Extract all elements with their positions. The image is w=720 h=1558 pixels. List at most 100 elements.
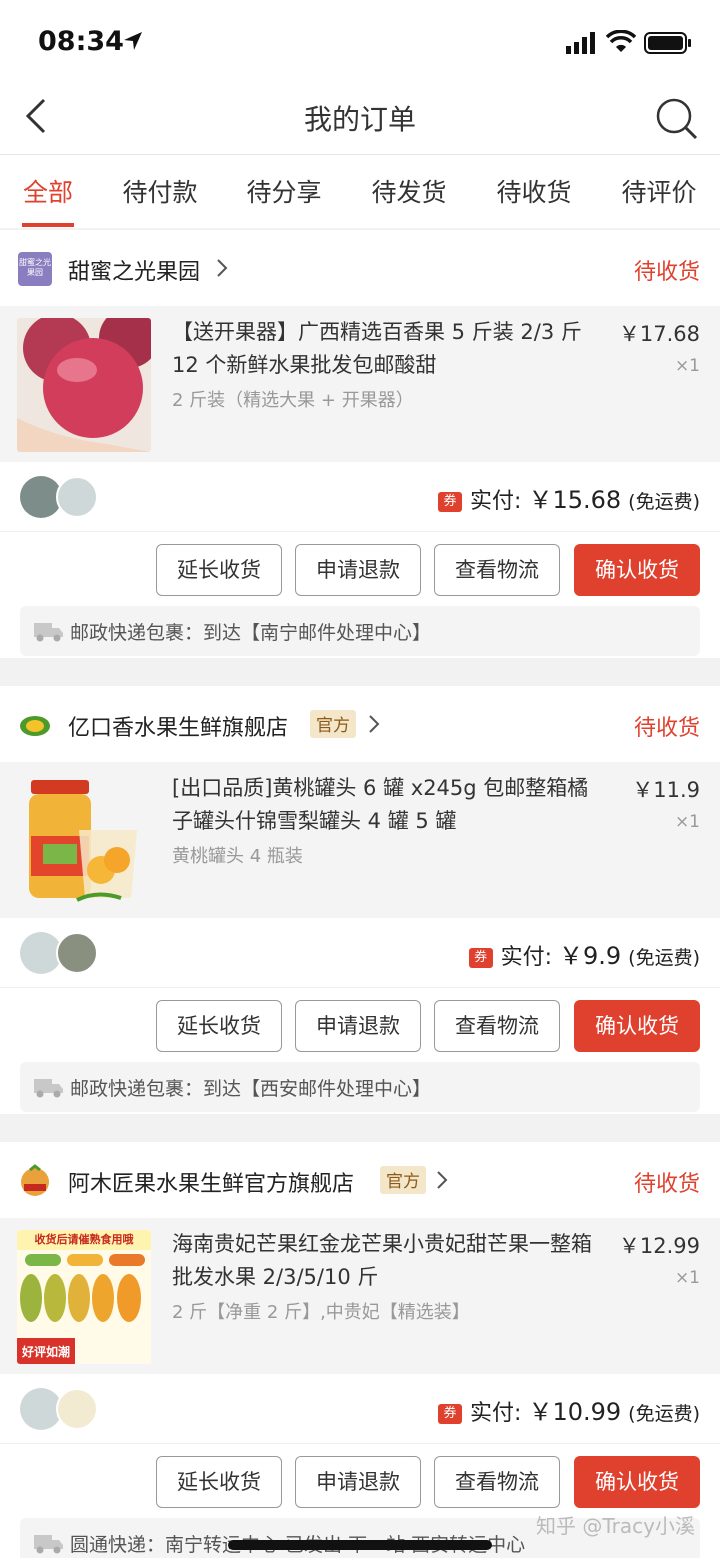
freight-note: (免运费) bbox=[628, 491, 700, 513]
order-card: 阿木匠果水果生鲜官方旗舰店 官方 待收货 收货后请催熟食用哦 好评如潮 海南贵妃… bbox=[0, 1142, 720, 1558]
shop-name[interactable]: 亿口香水果生鲜旗舰店 bbox=[68, 710, 288, 742]
chevron-right-icon bbox=[369, 715, 380, 733]
tab-pending-delivery[interactable]: 待发货 bbox=[369, 173, 449, 209]
pay-label: 实付: bbox=[470, 489, 522, 514]
product-price: ￥12.99 bbox=[618, 1234, 700, 1258]
order-status: 待收货 bbox=[633, 1172, 700, 1197]
official-badge: 官方 bbox=[310, 710, 356, 738]
coupon-badge: 券 bbox=[438, 1404, 463, 1424]
request-refund-button[interactable]: 申请退款 bbox=[295, 1000, 421, 1052]
status-bar: 08:34 bbox=[0, 0, 720, 88]
location-arrow-icon bbox=[124, 32, 142, 50]
payment-summary: 券实付: ￥10.99 (免运费) bbox=[438, 1392, 700, 1427]
truck-icon bbox=[34, 1079, 63, 1098]
tab-pending-receipt[interactable]: 待收货 bbox=[494, 173, 574, 209]
avatar bbox=[56, 1388, 98, 1430]
avatar bbox=[56, 476, 98, 518]
product-image[interactable] bbox=[17, 318, 151, 452]
extend-receipt-button[interactable]: 延长收货 bbox=[156, 1000, 282, 1052]
confirm-receipt-button[interactable]: 确认收货 bbox=[574, 1456, 700, 1508]
order-status: 待收货 bbox=[633, 716, 700, 741]
passion-fruit-image bbox=[17, 318, 151, 452]
shop-header[interactable]: 亿口香水果生鲜旗舰店 官方 待收货 bbox=[0, 686, 720, 762]
nav-bar: 我的订单 bbox=[0, 88, 720, 154]
cellular-signal-icon bbox=[566, 32, 595, 54]
payment-row: 券实付: ￥15.68 (免运费) bbox=[0, 462, 720, 532]
pay-label: 实付: bbox=[500, 945, 552, 970]
avatar bbox=[56, 932, 98, 974]
truck-icon bbox=[34, 1535, 63, 1554]
shop-logo: 甜蜜之光果园 bbox=[18, 252, 52, 286]
pay-amount: ￥9.9 bbox=[559, 942, 622, 970]
shop-logo-text: 甜蜜之光果园 bbox=[19, 258, 51, 277]
pay-label: 实付: bbox=[470, 1401, 522, 1426]
product-spec: 2 斤装（精选大果 + 开果器） bbox=[172, 390, 414, 411]
confirm-receipt-button[interactable]: 确认收货 bbox=[574, 1000, 700, 1052]
shop-header[interactable]: 阿木匠果水果生鲜官方旗舰店 官方 待收货 bbox=[0, 1142, 720, 1218]
tab-pending-review[interactable]: 待评价 bbox=[619, 173, 699, 209]
extend-receipt-button[interactable]: 延长收货 bbox=[156, 544, 282, 596]
page-title: 我的订单 bbox=[303, 103, 416, 136]
view-logistics-button[interactable]: 查看物流 bbox=[434, 544, 560, 596]
confirm-receipt-button[interactable]: 确认收货 bbox=[574, 544, 700, 596]
freight-note: (免运费) bbox=[628, 947, 700, 969]
product-image[interactable]: 收货后请催熟食用哦 好评如潮 bbox=[17, 1230, 151, 1364]
pay-amount: ￥10.99 bbox=[528, 1398, 622, 1426]
tab-pending-share[interactable]: 待分享 bbox=[244, 173, 324, 209]
shop-name[interactable]: 甜蜜之光果园 bbox=[68, 254, 200, 286]
order-card: 甜蜜之光果园 甜蜜之光果园 待收货 【送开果器】广西精选百香果 5 斤装 2/3… bbox=[0, 230, 720, 658]
tab-active-indicator bbox=[22, 223, 74, 227]
product-title[interactable]: [出口品质]黄桃罐头 6 罐 x245g 包邮整箱橘子罐头什锦雪梨罐头 4 罐 … bbox=[172, 772, 600, 838]
truck-icon bbox=[34, 623, 63, 642]
extend-receipt-button[interactable]: 延长收货 bbox=[156, 1456, 282, 1508]
product-image-badge: 好评如潮 bbox=[21, 1345, 70, 1359]
home-indicator[interactable] bbox=[228, 1540, 492, 1550]
payment-summary: 券实付: ￥9.9 (免运费) bbox=[468, 936, 700, 971]
watermark: 知乎 @Tracy小溪 bbox=[536, 1514, 695, 1538]
wifi-icon bbox=[606, 30, 636, 52]
product-image[interactable] bbox=[17, 774, 151, 908]
order-card: 亿口香水果生鲜旗舰店 官方 待收货 [出口品质]黄桃罐头 6 罐 x245g 包… bbox=[0, 686, 720, 1114]
product-quantity: ×1 bbox=[674, 356, 700, 376]
chevron-right-icon bbox=[437, 1171, 448, 1189]
tab-pending-payment[interactable]: 待付款 bbox=[120, 173, 200, 209]
search-icon[interactable] bbox=[654, 96, 698, 140]
product-image-banner: 收货后请催熟食用哦 bbox=[17, 1230, 151, 1250]
shipping-info[interactable]: 邮政快递包裹：到达【南宁邮件处理中心】 bbox=[20, 606, 700, 656]
product-spec: 2 斤【净重 2 斤】,中贵妃【精选装】 bbox=[172, 1302, 470, 1323]
order-tabs: 全部 待付款 待分享 待发货 待收货 待评价 bbox=[0, 154, 720, 228]
shop-header[interactable]: 甜蜜之光果园 甜蜜之光果园 待收货 bbox=[0, 230, 720, 306]
product-row[interactable]: 【送开果器】广西精选百香果 5 斤装 2/3 斤 12 个新鲜水果批发包邮酸甜 … bbox=[0, 306, 720, 462]
battery-icon bbox=[644, 32, 691, 54]
payment-row: 券实付: ￥9.9 (免运费) bbox=[0, 918, 720, 988]
tab-all[interactable]: 全部 bbox=[22, 173, 74, 209]
product-quantity: ×1 bbox=[674, 1268, 700, 1288]
product-title[interactable]: 【送开果器】广西精选百香果 5 斤装 2/3 斤 12 个新鲜水果批发包邮酸甜 bbox=[172, 316, 600, 382]
view-logistics-button[interactable]: 查看物流 bbox=[434, 1456, 560, 1508]
product-price: ￥17.68 bbox=[618, 322, 700, 346]
shipping-info[interactable]: 邮政快递包裹：到达【西安邮件处理中心】 bbox=[20, 1062, 700, 1112]
freight-note: (免运费) bbox=[628, 1403, 700, 1425]
product-spec: 黄桃罐头 4 瓶装 bbox=[172, 846, 303, 867]
official-badge: 官方 bbox=[380, 1166, 426, 1194]
product-title[interactable]: 海南贵妃芒果红金龙芒果小贵妃甜芒果一整箱批发水果 2/3/5/10 斤 bbox=[172, 1228, 600, 1294]
shop-name[interactable]: 阿木匠果水果生鲜官方旗舰店 bbox=[68, 1166, 354, 1198]
shop-logo bbox=[18, 1164, 52, 1198]
shop-logo bbox=[18, 708, 52, 742]
canned-peach-image bbox=[29, 780, 137, 902]
pay-amount: ￥15.68 bbox=[528, 486, 622, 514]
chevron-right-icon bbox=[217, 259, 228, 277]
shipping-text: 邮政快递包裹：到达【西安邮件处理中心】 bbox=[70, 1078, 432, 1100]
product-row[interactable]: [出口品质]黄桃罐头 6 罐 x245g 包邮整箱橘子罐头什锦雪梨罐头 4 罐 … bbox=[0, 762, 720, 918]
payment-summary: 券实付: ￥15.68 (免运费) bbox=[438, 480, 700, 515]
status-time: 08:34 bbox=[38, 26, 124, 57]
product-price: ￥11.9 bbox=[632, 778, 700, 802]
payment-row: 券实付: ￥10.99 (免运费) bbox=[0, 1374, 720, 1444]
request-refund-button[interactable]: 申请退款 bbox=[295, 1456, 421, 1508]
view-logistics-button[interactable]: 查看物流 bbox=[434, 1000, 560, 1052]
product-row[interactable]: 收货后请催熟食用哦 好评如潮 海南贵妃芒果红金龙芒果小贵妃甜芒果一整箱批发水果 … bbox=[0, 1218, 720, 1374]
order-status: 待收货 bbox=[633, 260, 700, 285]
coupon-badge: 券 bbox=[438, 492, 463, 512]
product-quantity: ×1 bbox=[674, 812, 700, 832]
request-refund-button[interactable]: 申请退款 bbox=[295, 544, 421, 596]
